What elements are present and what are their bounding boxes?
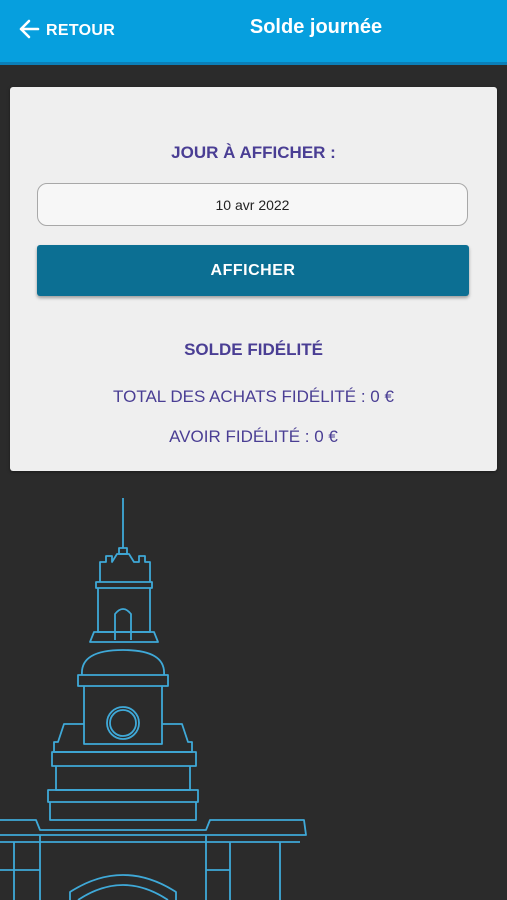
total-purchases-text: TOTAL DES ACHATS FIDÉLITÉ : 0 € (113, 387, 394, 406)
day-label: JOUR À AFFICHER : (171, 143, 336, 162)
page-title: Solde journée (249, 16, 383, 38)
balance-card: JOUR À AFFICHER : 10 avr 2022 AFFICHER S… (10, 87, 497, 471)
top-app-bar: RETOUR Solde journée (0, 0, 507, 65)
loyalty-section-title: SOLDE FIDÉLITÉ (184, 340, 323, 359)
loyalty-credit-text: AVOIR FIDÉLITÉ : 0 € (169, 427, 338, 446)
building-outline-illustration (0, 498, 307, 900)
show-button[interactable]: AFFICHER (37, 245, 469, 296)
date-field[interactable]: 10 avr 2022 (37, 183, 468, 226)
